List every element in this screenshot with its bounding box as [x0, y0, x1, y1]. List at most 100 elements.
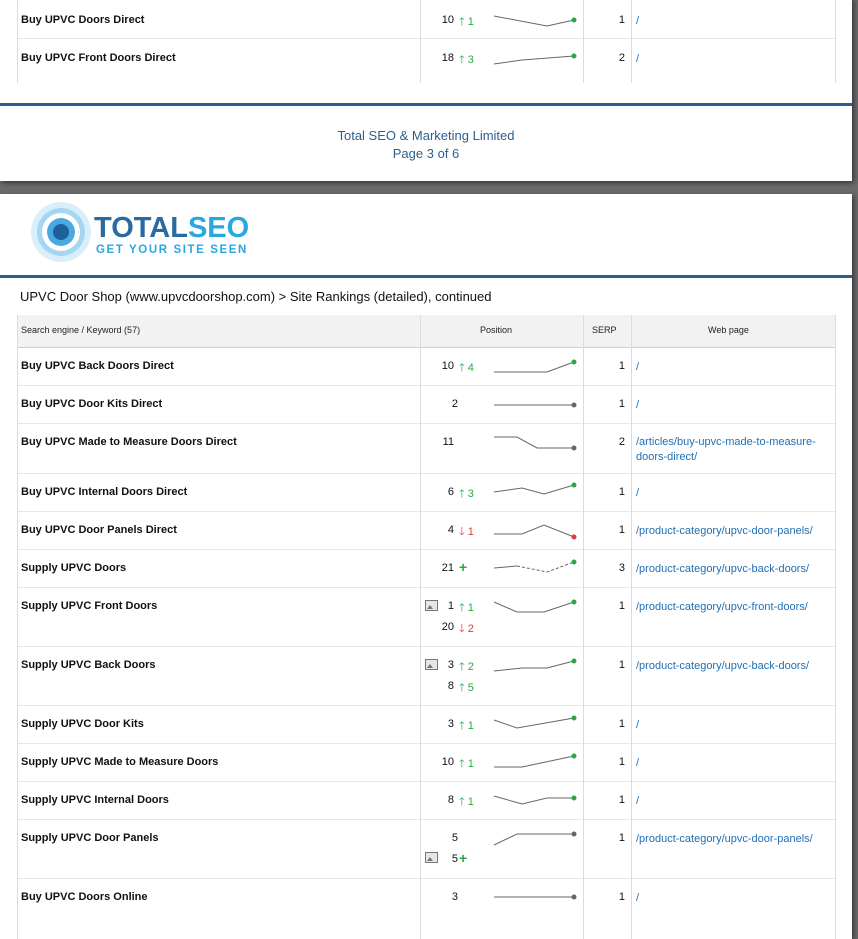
trend-sparkline [493, 831, 577, 846]
arrow-up-icon: 🡑 [459, 602, 465, 614]
table-row: Supply UPVC Internal Doors 8 🡑 1 1 / [17, 782, 836, 820]
position-change: 🡑 3 [459, 54, 474, 66]
keyword-cell: Buy UPVC Doors Direct [21, 14, 145, 26]
trend-sparkline [493, 482, 577, 495]
position-change: 🡓 2 [459, 623, 474, 635]
webpage-link[interactable]: / [636, 14, 831, 29]
position-change: 🡑 1 [459, 602, 474, 614]
position-value: 8 [447, 794, 454, 806]
trend-sparkline [493, 715, 577, 729]
table-row: Buy UPVC Door Panels Direct 4 🡓 1 1 /pro… [17, 512, 836, 550]
position-value: 21 [441, 562, 454, 574]
column-divider [583, 315, 584, 939]
keyword-cell: Supply UPVC Door Panels [21, 832, 159, 844]
column-divider [17, 315, 18, 939]
webpage-link[interactable]: /product-category/upvc-door-panels/ [636, 832, 831, 847]
table-row: Buy UPVC Doors Direct 10 🡑 1 1 / [17, 0, 836, 39]
trend-sparkline [493, 15, 577, 27]
table-row: Buy UPVC Made to Measure Doors Direct 11… [17, 424, 836, 474]
position-value: 6 [447, 486, 454, 498]
serp-value: 1 [618, 659, 625, 671]
position-value: 3 [447, 659, 454, 671]
webpage-link[interactable]: /articles/buy-upvc-made-to-measure-doors… [636, 435, 831, 465]
keyword-cell: Buy UPVC Doors Online [21, 891, 148, 903]
serp-value: 1 [618, 718, 625, 730]
position-change: 🡑 5 [459, 682, 474, 694]
table-row: Supply UPVC Door Panels 5 5 + 1 /product… [17, 820, 836, 879]
webpage-link[interactable]: /product-category/upvc-back-doors/ [636, 562, 831, 577]
position-value: 8 [447, 680, 454, 692]
position-value: 18 [441, 52, 454, 64]
trend-sparkline [493, 658, 577, 672]
arrow-down-icon: 🡓 [459, 623, 465, 635]
serp-value: 1 [618, 794, 625, 806]
report-page-3: Buy UPVC Doors Direct 10 🡑 1 1 / Buy UPV… [0, 0, 852, 181]
webpage-link[interactable]: / [636, 756, 831, 771]
column-divider [420, 315, 421, 939]
table-row: Supply UPVC Doors 21 + 3 /product-catego… [17, 550, 836, 588]
webpage-link[interactable]: / [636, 891, 831, 906]
webpage-link[interactable]: / [636, 794, 831, 809]
table-row: Buy UPVC Internal Doors Direct 6 🡑 3 1 / [17, 474, 836, 512]
position-value: 10 [441, 14, 454, 26]
column-divider [420, 0, 421, 83]
arrow-up-icon: 🡑 [459, 796, 465, 808]
position-value: 3 [451, 891, 458, 903]
serp-value: 1 [618, 600, 625, 612]
table-row: Buy UPVC Doors Online 3 1 / [17, 879, 836, 929]
position-change: 🡓 1 [459, 526, 474, 538]
trend-sparkline [493, 599, 577, 613]
position-value: 20 [441, 621, 454, 633]
serp-value: 3 [618, 562, 625, 574]
webpage-link[interactable]: /product-category/upvc-front-doors/ [636, 600, 831, 615]
webpage-link[interactable]: / [636, 360, 831, 375]
trend-sparkline [493, 53, 577, 65]
keyword-cell: Buy UPVC Door Panels Direct [21, 524, 177, 536]
table-header: Search engine / Keyword (57) Position SE… [17, 315, 836, 348]
serp-value: 1 [618, 756, 625, 768]
header-webpage: Web page [708, 325, 749, 335]
new-entry-plus-icon: + [459, 850, 468, 866]
trend-sparkline [494, 359, 577, 373]
serp-value: 1 [618, 891, 625, 903]
webpage-link[interactable]: /product-category/upvc-door-panels/ [636, 524, 831, 539]
arrow-up-icon: 🡑 [459, 362, 465, 374]
header-position: Position [480, 325, 513, 335]
column-divider [631, 0, 632, 83]
webpage-link[interactable]: /product-category/upvc-back-doors/ [636, 659, 831, 674]
position-value: 10 [441, 360, 454, 372]
new-entry-plus-icon: + [459, 559, 468, 575]
keyword-cell: Supply UPVC Back Doors [21, 659, 156, 671]
webpage-link[interactable]: / [636, 486, 831, 501]
serp-value: 1 [618, 360, 625, 372]
logo-target-icon [31, 202, 91, 262]
trend-sparkline [494, 436, 577, 451]
table-row: Supply UPVC Made to Measure Doors 10 🡑 1… [17, 744, 836, 782]
table-row: Supply UPVC Front Doors 1 🡑 1 20 🡓 2 1 /… [17, 588, 836, 647]
report-heading: UPVC Door Shop (www.upvcdoorshop.com) > … [20, 289, 492, 304]
table-row: Supply UPVC Back Doors 3 🡑 2 8 🡑 5 1 /pr… [17, 647, 836, 706]
position-value: 5 [451, 832, 458, 844]
header-keyword: Search engine / Keyword (57) [21, 325, 141, 335]
position-change: 🡑 2 [459, 661, 474, 673]
serp-value: 2 [618, 52, 625, 64]
trend-sparkline [494, 894, 577, 900]
arrow-up-icon: 🡑 [459, 720, 465, 732]
keyword-cell: Supply UPVC Made to Measure Doors [21, 756, 219, 768]
table-row: Supply UPVC Door Kits 3 🡑 1 1 / [17, 706, 836, 744]
rankings-table: Search engine / Keyword (57) Position SE… [17, 315, 836, 939]
position-value: 4 [447, 524, 454, 536]
webpage-link[interactable]: / [636, 52, 831, 67]
keyword-cell: Supply UPVC Front Doors [21, 600, 158, 612]
position-change: 🡑 3 [459, 488, 474, 500]
serp-value: 1 [618, 524, 625, 536]
arrow-up-icon: 🡑 [459, 54, 465, 66]
keyword-cell: Supply UPVC Internal Doors [21, 794, 169, 806]
logo-tagline: GET YOUR SITE SEEN [96, 244, 248, 256]
webpage-link[interactable]: / [636, 398, 831, 413]
webpage-link[interactable]: / [636, 718, 831, 733]
position-value: 10 [441, 756, 454, 768]
report-page-4: TOTALSEO GET YOUR SITE SEEN UPVC Door Sh… [0, 194, 852, 939]
serp-value: 1 [618, 14, 625, 26]
table-row: Buy UPVC Front Doors Direct 18 🡑 3 2 / [17, 38, 836, 76]
